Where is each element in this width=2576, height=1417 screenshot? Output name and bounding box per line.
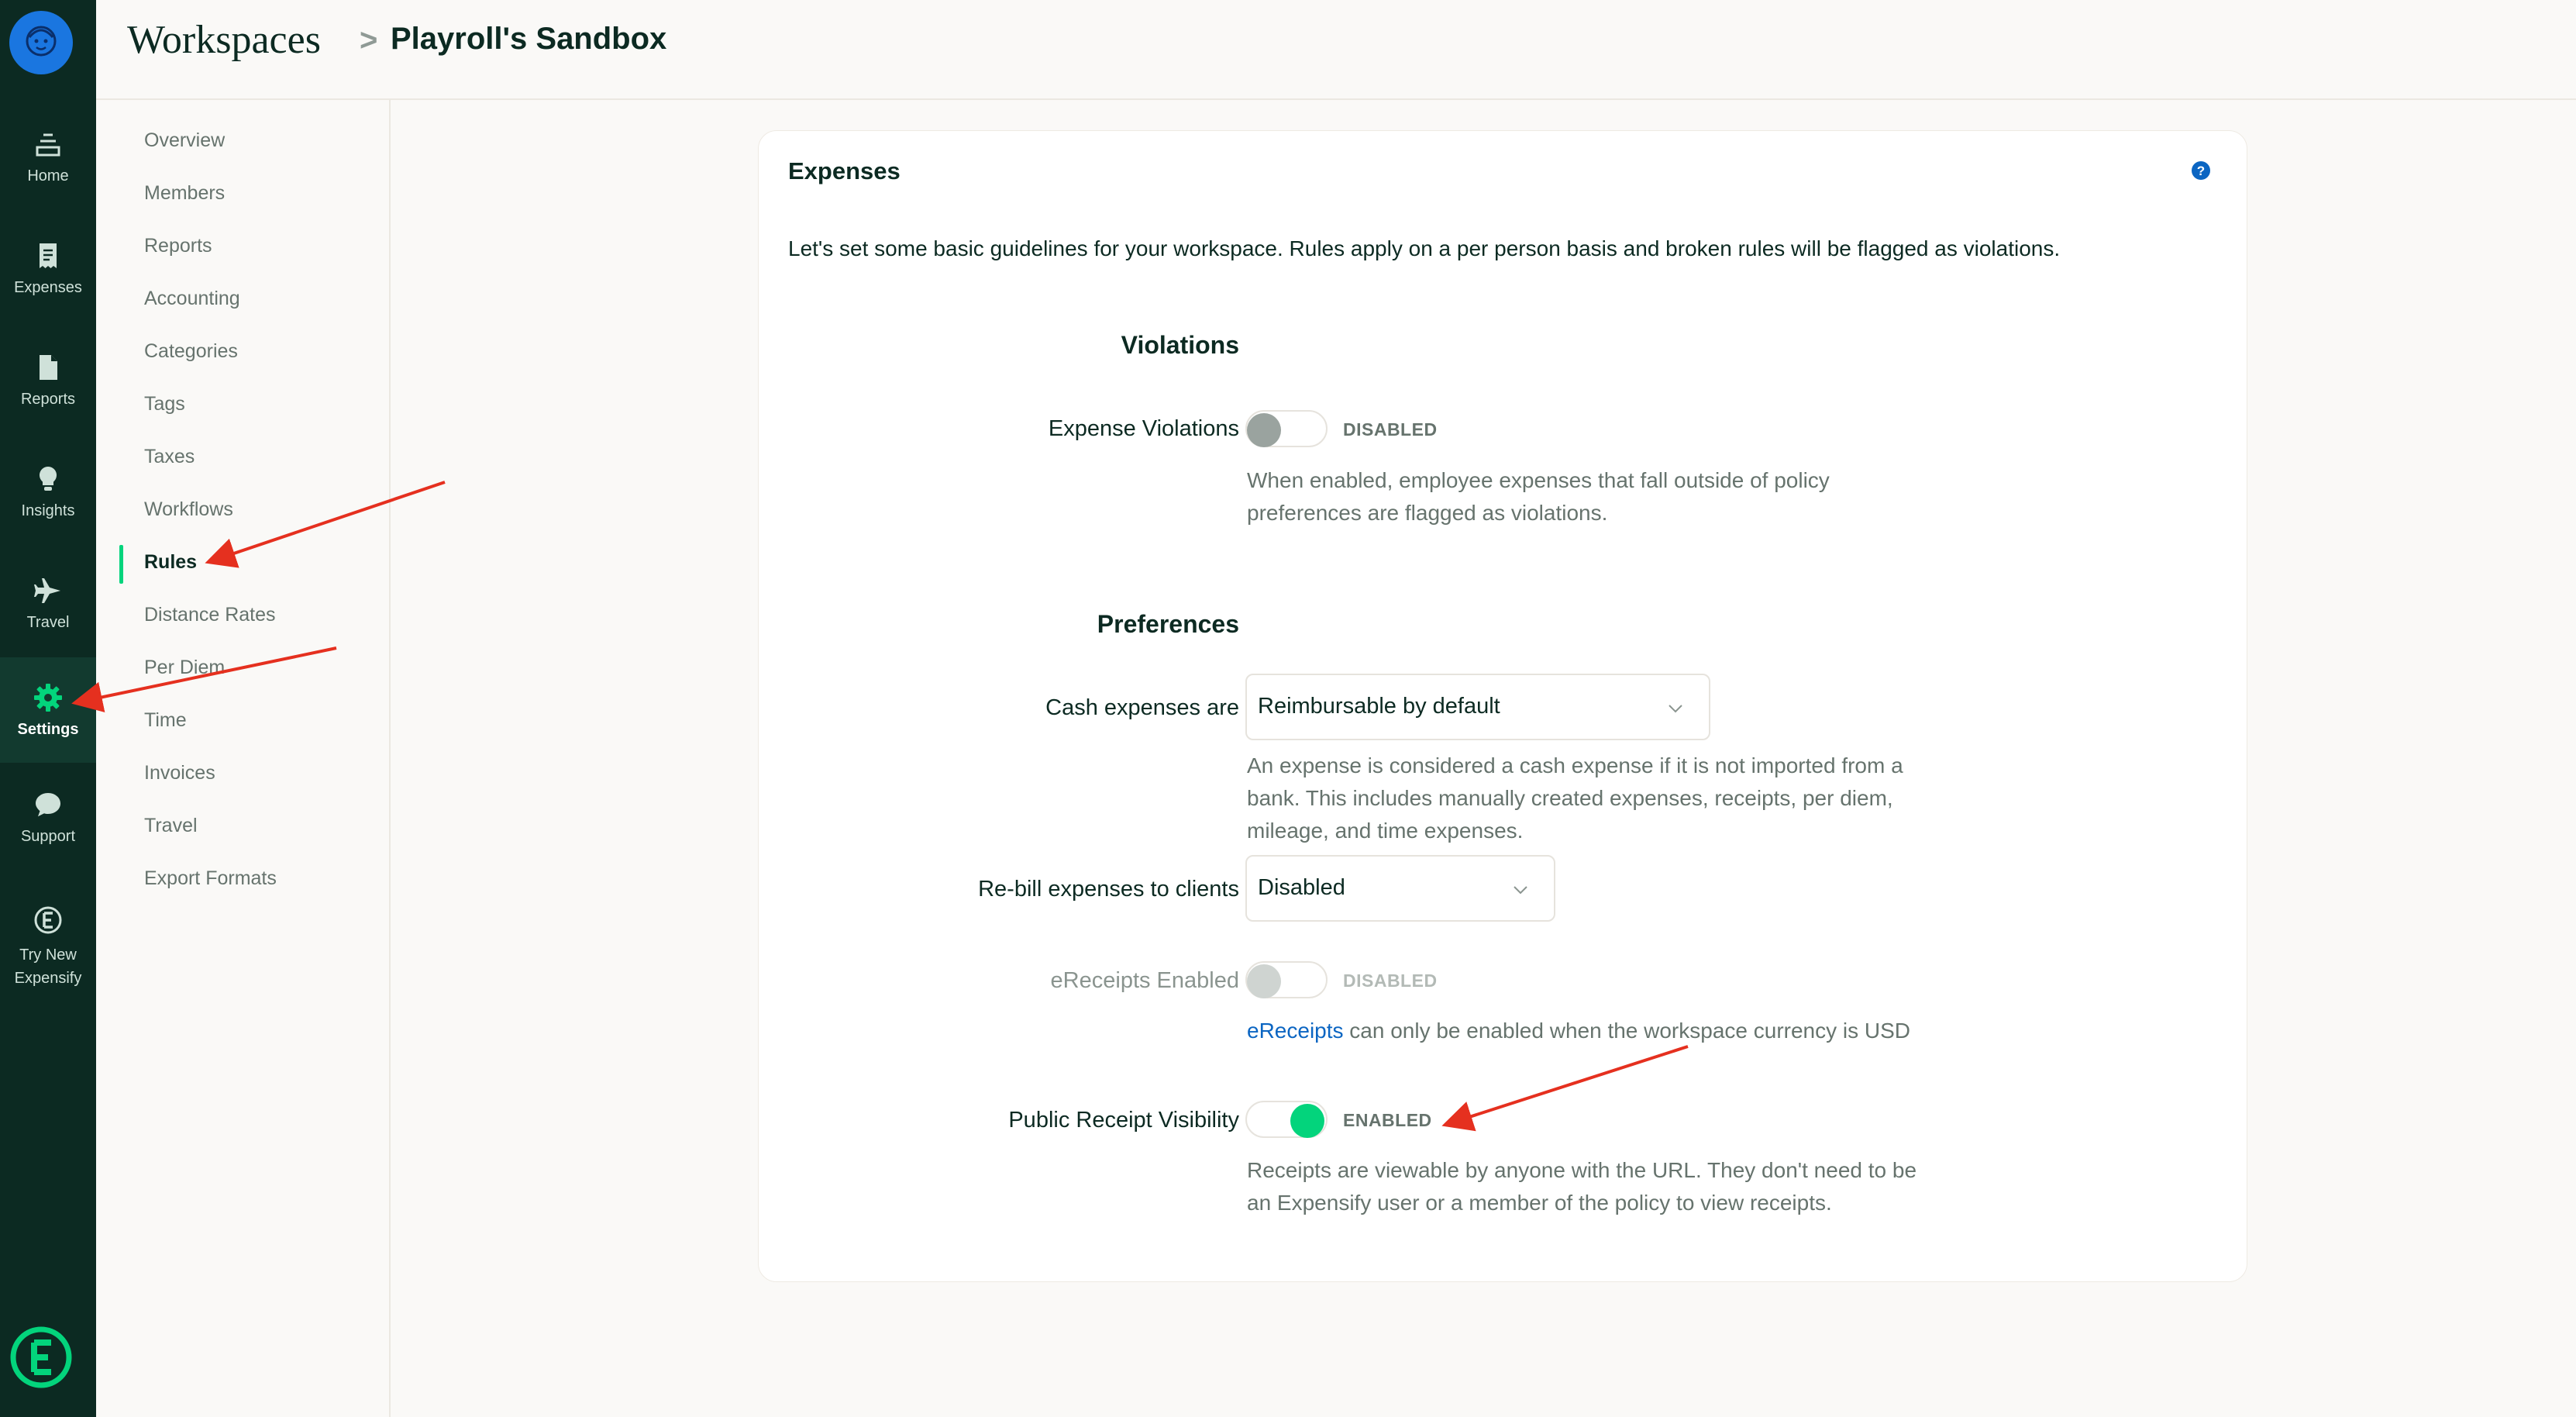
submenu-accounting[interactable]: Accounting [144, 288, 240, 310]
public-receipt-description: Receipts are viewable by anyone with the… [1247, 1158, 1917, 1215]
submenu-per-diem[interactable]: Per Diem [144, 657, 225, 679]
rail-item-label: Travel [26, 613, 70, 631]
rail-item-support[interactable]: Support [0, 764, 96, 870]
violations-section-title: Violations [1121, 331, 1239, 359]
toggle-knob [1290, 1104, 1324, 1138]
ereceipts-toggle [1245, 961, 1328, 998]
rail-item-label: Support [20, 827, 76, 845]
page-header: Workspaces > Playroll's Sandbox [96, 0, 2576, 100]
public-receipt-label: Public Receipt Visibility [1008, 1108, 1239, 1133]
breadcrumb-current-workspace: Playroll's Sandbox [391, 22, 667, 56]
document-icon [40, 354, 57, 380]
toggle-knob [1247, 413, 1281, 447]
rail-item-label: Settings [17, 720, 79, 738]
submenu-reports[interactable]: Reports [144, 235, 212, 257]
submenu-distance-rates[interactable]: Distance Rates [144, 604, 276, 626]
cash-expenses-select[interactable]: Reimbursable by default [1245, 674, 1710, 740]
lightbulb-icon [39, 466, 57, 491]
chat-bubble-icon [36, 792, 60, 816]
submenu-categories[interactable]: Categories [144, 340, 238, 363]
rail-item-label: Insights [21, 502, 75, 519]
submenu-workflows[interactable]: Workflows [144, 498, 233, 521]
rail-item-try-new-expensify[interactable]: Try New Expensify [0, 885, 96, 1009]
chevron-down-icon [1514, 886, 1527, 895]
card-title: Expenses [788, 157, 901, 184]
rail-item-label: Expenses [14, 278, 82, 296]
workspace-settings-menu: Overview Members Reports Accounting Cate… [96, 100, 391, 1417]
active-indicator [119, 545, 123, 584]
submenu-invoices[interactable]: Invoices [144, 762, 215, 784]
cash-expenses-value: Reimbursable by default [1258, 694, 1500, 719]
rail-item-expenses[interactable]: Expenses [0, 215, 96, 321]
ereceipts-link[interactable]: eReceipts [1247, 1019, 1344, 1043]
rebill-select[interactable]: Disabled [1245, 855, 1555, 922]
expenses-rules-card: Expenses ? Let's set some basic guidelin… [758, 130, 2247, 1282]
breadcrumb-separator: > [360, 23, 378, 57]
preferences-section-title: Preferences [1097, 610, 1239, 638]
rail-item-label: Try New Expensify [14, 946, 82, 987]
ereceipts-label: eReceipts Enabled [1050, 968, 1239, 993]
submenu-time[interactable]: Time [144, 709, 187, 732]
card-intro-text: Let's set some basic guidelines for your… [788, 236, 2061, 260]
submenu-taxes[interactable]: Taxes [144, 446, 195, 468]
plane-icon [34, 577, 60, 603]
rebill-label: Re-bill expenses to clients [978, 877, 1239, 902]
rail-item-home[interactable]: Home [0, 104, 96, 209]
toggle-knob [1247, 964, 1281, 998]
expensify-e-icon [34, 906, 62, 934]
rail-item-reports[interactable]: Reports [0, 327, 96, 433]
user-avatar[interactable] [9, 11, 73, 74]
submenu-export-formats[interactable]: Export Formats [144, 867, 277, 890]
expense-violations-label: Expense Violations [1048, 416, 1239, 441]
submenu-tags[interactable]: Tags [144, 393, 185, 415]
breadcrumb-workspaces[interactable]: Workspaces [127, 17, 321, 63]
cash-expenses-description: An expense is considered a cash expense … [1247, 753, 1903, 843]
ereceipts-state: DISABLED [1343, 971, 1438, 991]
submenu-overview[interactable]: Overview [144, 129, 225, 152]
expensify-logo-icon [10, 1326, 72, 1388]
rail-item-label: Home [27, 167, 69, 184]
rail-item-label: Reports [20, 390, 76, 408]
svg-text:?: ? [2197, 164, 2205, 178]
avatar-face-icon [15, 17, 67, 68]
chevron-down-icon [1669, 705, 1682, 713]
rebill-value: Disabled [1258, 875, 1345, 900]
expense-violations-description: When enabled, employee expenses that fal… [1247, 468, 1830, 525]
inbox-icon [36, 133, 60, 156]
rail-item-settings[interactable]: Settings [0, 657, 96, 763]
ereceipts-description: eReceipts can only be enabled when the w… [1247, 1015, 2022, 1047]
help-icon[interactable]: ? [2191, 160, 2211, 181]
submenu-members[interactable]: Members [144, 182, 225, 205]
receipt-icon [40, 243, 57, 268]
public-receipt-state: ENABLED [1343, 1110, 1432, 1130]
expense-violations-state: DISABLED [1343, 419, 1438, 440]
expense-violations-toggle[interactable] [1245, 410, 1328, 447]
gear-icon [34, 683, 62, 712]
cash-expenses-label: Cash expenses are [1045, 695, 1239, 720]
rail-item-insights[interactable]: Insights [0, 439, 96, 544]
rail-item-travel[interactable]: Travel [0, 550, 96, 656]
ereceipts-description-text: can only be enabled when the workspace c… [1343, 1019, 1911, 1043]
public-receipt-toggle[interactable] [1245, 1101, 1328, 1138]
main-nav-rail: Home Expenses Reports Insights Travel Se… [0, 0, 96, 1417]
submenu-rules[interactable]: Rules [144, 551, 197, 574]
submenu-travel[interactable]: Travel [144, 815, 198, 837]
